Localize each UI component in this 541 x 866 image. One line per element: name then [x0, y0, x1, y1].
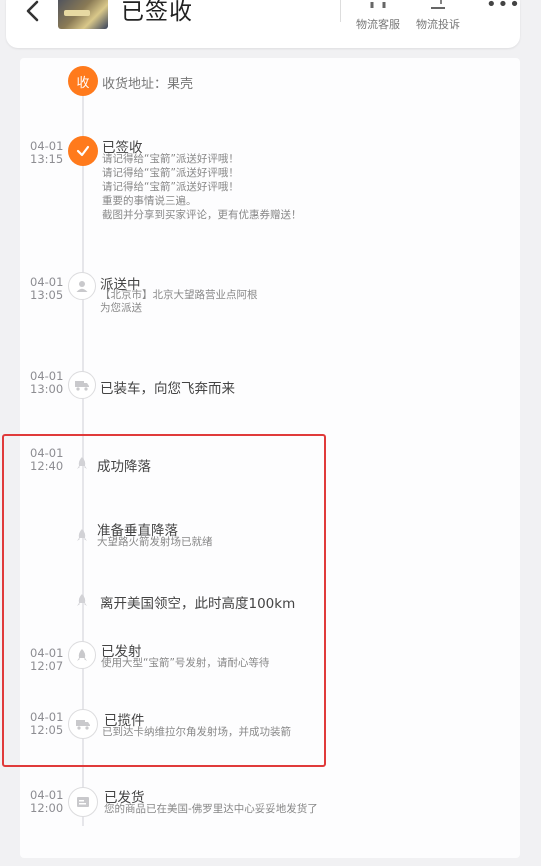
product-thumbnail[interactable]: [58, 0, 108, 29]
page-title: 已签收: [121, 0, 193, 25]
event-time: 04-01 13:05: [30, 275, 64, 302]
event-time: 04-01 12:05: [30, 710, 64, 737]
header-divider: [340, 0, 341, 22]
event-detail: 截图并分享到买家评论，更有优惠券赠送！: [102, 209, 302, 221]
logistics-page: 已签收 物流客服 物流投诉 ••• 收 收货地址：果壳 04-01 13:15 已…: [0, 0, 541, 866]
rocket-icon: [74, 592, 90, 608]
rocket-icon: [74, 527, 90, 543]
event-detail: 为您派送: [100, 302, 142, 314]
event-detail: 请记得给“宝箭”派送好评哦！: [102, 181, 239, 193]
event-status: 已装车，向您飞奔而来: [100, 381, 235, 397]
delivery-address: 收货地址：果壳: [102, 77, 194, 92]
back-button[interactable]: [18, 0, 48, 26]
event-time: 04-01 12:00: [30, 788, 64, 815]
more-menu-button[interactable]: •••: [486, 0, 521, 15]
event-time: 04-01 13:00: [30, 369, 64, 396]
headset-icon: [348, 0, 408, 14]
event-time: 04-01 12:40: [30, 446, 64, 473]
event-detail: 大望路火箭发射场已就绪: [97, 536, 213, 548]
package-icon: [68, 787, 98, 817]
event-detail: 您的商品已在美国-佛罗里达中心妥妥地发货了: [104, 803, 318, 815]
event-time: 04-01 12:07: [30, 646, 64, 673]
event-status: 成功降落: [97, 459, 151, 475]
courier-icon: [68, 272, 96, 300]
logistics-service-button[interactable]: 物流客服: [348, 0, 408, 36]
event-detail: 已到达卡纳维拉尔角发射场，并成功装箭: [102, 726, 291, 738]
event-detail: 重要的事情说三遍。: [102, 195, 197, 207]
complaint-label: 物流投诉: [416, 18, 460, 31]
top-bar: 已签收 物流客服 物流投诉 •••: [6, 0, 520, 48]
receive-badge: 收: [68, 66, 98, 96]
check-icon: [68, 136, 98, 166]
rocket-icon: [68, 641, 96, 669]
pickup-truck-icon: [68, 709, 98, 739]
event-status: 离开美国领空，此时高度100km: [100, 596, 296, 612]
event-detail: 请记得给“宝箭”派送好评哦！: [102, 153, 239, 165]
service-label: 物流客服: [356, 18, 400, 31]
chevron-left-icon: [26, 0, 39, 22]
complaint-icon: [408, 0, 468, 14]
event-time: 04-01 13:15: [30, 139, 64, 166]
truck-icon: [68, 371, 96, 399]
event-detail: 使用大型“宝箭”号发射，请耐心等待: [101, 657, 270, 669]
logistics-complaint-button[interactable]: 物流投诉: [408, 0, 468, 36]
event-detail: 请记得给“宝箭”派送好评哦！: [102, 167, 239, 179]
rocket-icon: [74, 455, 90, 471]
